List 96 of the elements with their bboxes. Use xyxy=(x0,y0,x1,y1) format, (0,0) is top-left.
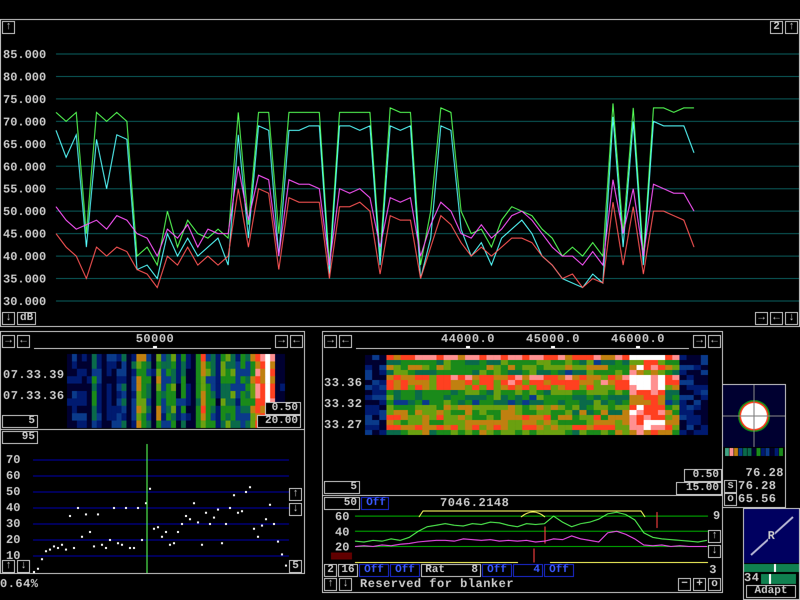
color-strip xyxy=(723,448,785,456)
arrow-button[interactable]: ↓ xyxy=(339,578,352,591)
axis-label: 70 xyxy=(6,453,20,467)
value-box[interactable]: Off xyxy=(361,497,389,510)
axis-label: 60.000 xyxy=(3,160,46,174)
arrow-button[interactable]: → xyxy=(324,334,337,348)
arrow-button[interactable]: ↓ xyxy=(2,312,15,325)
arrow-button[interactable]: → xyxy=(755,312,768,325)
axis-label: 65.000 xyxy=(3,138,46,152)
axis-label: 80.000 xyxy=(3,70,46,84)
axis-label: 60 xyxy=(335,510,350,524)
arrow-button[interactable]: ↓ xyxy=(17,560,30,573)
s-button[interactable]: s xyxy=(724,480,737,493)
level-bar xyxy=(761,574,796,584)
timestamp: 07.33.36 xyxy=(3,390,65,403)
arrow-button[interactable]: ↑ xyxy=(2,560,15,573)
axis-label: 45.000 xyxy=(3,228,46,242)
axis-label: 70.000 xyxy=(3,115,46,130)
level-readout: 76.28 xyxy=(738,480,777,493)
level-block xyxy=(331,552,352,560)
setting-button[interactable]: Off xyxy=(359,564,389,577)
polar-label: R xyxy=(768,530,776,542)
arrow-button[interactable]: ← xyxy=(17,334,30,348)
setting-button[interactable]: Off xyxy=(544,564,574,577)
arrow-button[interactable]: ↑ xyxy=(2,21,15,34)
adapt-button[interactable]: Adapt xyxy=(746,585,796,598)
arrow-button[interactable]: → xyxy=(275,334,288,348)
axis-label: 55.000 xyxy=(3,182,46,197)
setting-button[interactable]: Rat 8 xyxy=(421,564,481,577)
scale-label: 45000.0 xyxy=(526,333,580,346)
axis-label: 35.000 xyxy=(3,272,46,287)
timestamp: 33.36 xyxy=(324,377,363,390)
axis-label: 30 xyxy=(6,517,20,531)
scale-label: 44000.0 xyxy=(441,333,495,346)
arrow-button[interactable]: + xyxy=(693,578,706,591)
arrow-button[interactable]: ↑ xyxy=(785,21,798,34)
timestamp: 33.27 xyxy=(324,419,363,432)
arrow-button[interactable]: ↓ xyxy=(708,545,721,558)
value-box[interactable]: 5 xyxy=(289,560,302,573)
axis-label: 50.000 xyxy=(3,205,46,220)
arrow-button[interactable]: ↑ xyxy=(289,488,302,501)
constellation-display xyxy=(723,385,785,447)
axis-label: 85.000 xyxy=(3,48,46,62)
usage-text: 0.64% xyxy=(0,578,39,591)
value-box[interactable]: 5 xyxy=(2,415,38,428)
axis-label: 40.000 xyxy=(3,250,46,264)
arrow-button[interactable]: → xyxy=(693,334,706,348)
value-box[interactable]: 20.00 xyxy=(257,415,301,428)
channel-number: 3 xyxy=(709,564,717,577)
arrow-button[interactable]: ← xyxy=(708,334,721,348)
timestamp: 07.33.39 xyxy=(3,369,65,382)
level-bar xyxy=(744,564,799,572)
scale-label: 46000.0 xyxy=(611,333,665,346)
level-readout: 76.28 xyxy=(745,467,784,480)
axis-label: 40 xyxy=(335,525,350,540)
axis-label: 20 xyxy=(6,533,20,547)
marker-line xyxy=(656,512,658,528)
value-box[interactable]: 0.50 xyxy=(265,402,301,415)
arrow-button[interactable]: dB xyxy=(17,312,36,325)
status-message: Reserved for blanker xyxy=(360,578,514,591)
value-box[interactable]: 15.00 xyxy=(676,482,722,495)
axis-label: 40 xyxy=(6,501,20,515)
setting-button[interactable]: Off xyxy=(482,564,512,577)
o-button[interactable]: o xyxy=(724,493,737,506)
marker-line xyxy=(544,526,546,544)
axis-label: 60 xyxy=(6,469,20,483)
setting-button[interactable]: 2 xyxy=(324,564,337,577)
value-box[interactable]: 5 xyxy=(324,481,360,494)
axis-label: 50 xyxy=(6,485,20,499)
arrow-button[interactable]: ← xyxy=(290,334,303,348)
value-box[interactable]: 50 xyxy=(324,497,360,510)
channel-number: 9 xyxy=(713,510,721,523)
arrow-button[interactable]: ↓ xyxy=(785,312,798,325)
arrow-button[interactable]: → xyxy=(2,334,15,348)
axis-label: 75.000 xyxy=(3,92,46,107)
scale-label: 50000 xyxy=(136,333,174,346)
setting-button[interactable]: 16 xyxy=(338,564,358,577)
arrow-button[interactable]: ← xyxy=(770,312,783,325)
timestamp: 33.32 xyxy=(324,398,363,411)
arrow-button[interactable]: ↑ xyxy=(708,530,721,543)
level-readout: 65.56 xyxy=(738,493,777,506)
value-box[interactable]: 95 xyxy=(2,431,38,444)
afc-value: 34 xyxy=(744,572,760,585)
arrow-button[interactable]: − xyxy=(678,578,691,591)
axis-label: 20 xyxy=(335,540,350,554)
arrow-button[interactable]: ↓ xyxy=(289,503,302,516)
setting-button[interactable]: Off xyxy=(390,564,420,577)
axis-label: 10 xyxy=(6,549,20,563)
arrow-button[interactable]: o xyxy=(708,578,721,591)
arrow-button[interactable]: ← xyxy=(339,334,352,348)
value-box[interactable]: 0.50 xyxy=(684,469,722,482)
axis-label: 30.000 xyxy=(3,295,46,309)
frequency-readout: 7046.2148 xyxy=(440,497,510,510)
arrow-button[interactable]: 2 xyxy=(770,21,783,34)
arrow-button[interactable]: ↑ xyxy=(324,578,337,591)
setting-button[interactable]: 4 xyxy=(513,564,543,577)
